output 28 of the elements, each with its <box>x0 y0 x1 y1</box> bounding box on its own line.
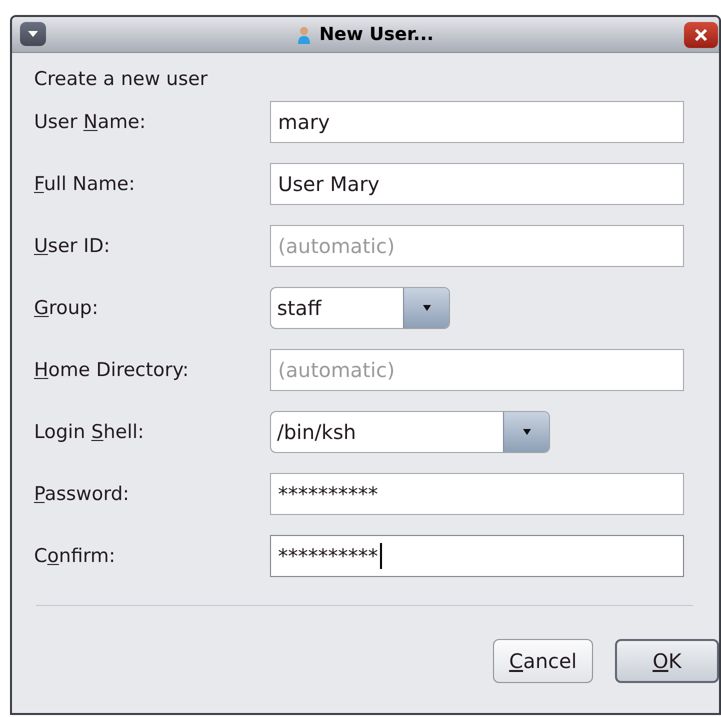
field-label: Full Name: <box>34 172 136 197</box>
close-button[interactable] <box>684 22 718 48</box>
password-field[interactable]: ********** <box>270 473 684 515</box>
input-field[interactable]: mary <box>270 101 684 143</box>
field-label: Password: <box>34 482 130 507</box>
text-cursor <box>380 543 382 569</box>
caret-icon <box>27 30 39 38</box>
ok-button[interactable]: OK <box>615 639 719 683</box>
cancel-button[interactable]: Cancel <box>493 639 593 683</box>
caret-icon <box>422 305 430 311</box>
close-icon <box>694 28 708 42</box>
password-field[interactable]: ********** <box>270 535 684 577</box>
field-label: Confirm: <box>34 544 116 569</box>
input-field[interactable]: (automatic) <box>270 225 684 267</box>
caret-icon <box>522 429 530 435</box>
input-field[interactable]: User Mary <box>270 163 684 205</box>
field-label: Login Shell: <box>34 420 146 445</box>
form-heading: Create a new user <box>34 67 209 92</box>
dropdown[interactable]: /bin/ksh <box>270 411 550 453</box>
window-menu-button[interactable] <box>20 22 46 46</box>
dropdown[interactable]: staff <box>270 287 450 329</box>
field-label: User ID: <box>34 234 111 259</box>
field-label: Group: <box>34 296 100 321</box>
field-label: Home Directory: <box>34 358 190 383</box>
window-title: New User... <box>319 23 434 47</box>
user-icon <box>297 24 312 44</box>
field-label: User Name: <box>34 110 147 135</box>
input-field[interactable]: (automatic) <box>270 349 684 391</box>
